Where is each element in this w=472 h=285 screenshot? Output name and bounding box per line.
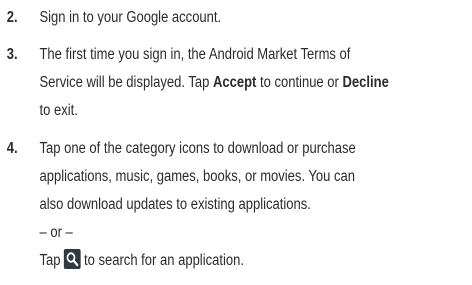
step-3-line-1: The first time you sign in, the Android … (39, 46, 351, 63)
step-2-line: Sign in to your Google account. (39, 9, 222, 26)
step-text: Sign in to your Google account. (39, 4, 459, 32)
or-separator: – or – (39, 224, 73, 241)
search-instruction: to search for an application. (84, 252, 244, 269)
search-icon (63, 249, 81, 269)
step-4-line-3: also download updates to existing applic… (39, 196, 311, 213)
accept-term: Accept (212, 74, 257, 91)
step-text: The first time you sign in, the Android … (39, 41, 459, 125)
step-number: 3. (6, 46, 18, 63)
step-3-line-2-text: Service will be displayed. Tap (39, 74, 213, 91)
document-page: 2. Sign in to your Google account. 3. Th… (0, 0, 472, 285)
step-3-line-2: Service will be displayed. Tap Accept to… (39, 69, 459, 97)
step-text: Tap one of the category icons to downloa… (39, 135, 459, 275)
step-number: 2. (6, 9, 18, 26)
step-number: 4. (6, 140, 18, 157)
step-3-line-3: to exit. (39, 102, 78, 119)
step-4-line-1: Tap one of the category icons to downloa… (39, 140, 356, 157)
step-4-line-5: Tap to search for an application. (39, 247, 459, 275)
tap-label: Tap (39, 252, 61, 269)
step-3-line-2-mid: to continue or (256, 74, 343, 91)
step-4-line-2: applications, music, games, books, or mo… (39, 168, 356, 185)
decline-term: Decline (342, 74, 389, 91)
